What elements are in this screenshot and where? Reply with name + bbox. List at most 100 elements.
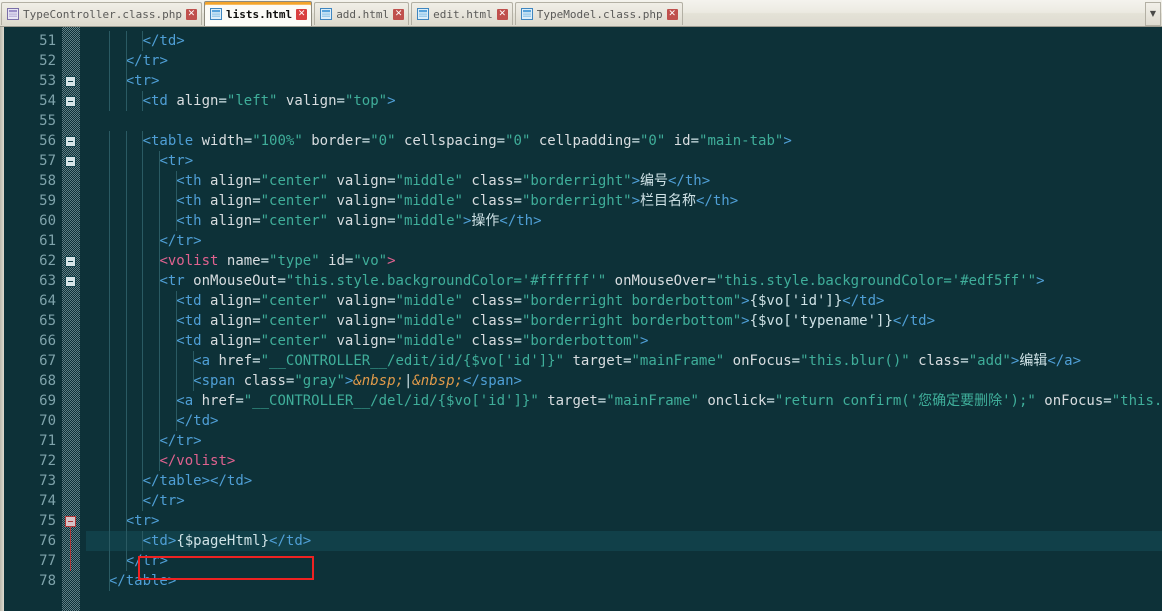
line-number: 70 bbox=[39, 413, 56, 429]
line-number: 64 bbox=[39, 293, 56, 309]
indent-guide bbox=[142, 251, 144, 271]
tab-typemodel-class-php[interactable]: TypeModel.class.php ✕ bbox=[514, 2, 683, 25]
indent-guide bbox=[108, 91, 110, 111]
code-line-text: <a href="__CONTROLLER__/del/id/{$vo['id'… bbox=[176, 393, 1162, 409]
indent-guide bbox=[142, 311, 144, 331]
indent-guide bbox=[159, 351, 161, 371]
code-line[interactable]: <th align="center" valign="middle" class… bbox=[86, 191, 1162, 211]
code-line[interactable]: <tr> bbox=[86, 511, 1162, 531]
indent-guide bbox=[176, 331, 177, 351]
code-line-text: </tr> bbox=[125, 553, 168, 569]
code-line[interactable]: <th align="center" valign="middle" class… bbox=[86, 171, 1162, 191]
tab-close-icon[interactable]: ✕ bbox=[185, 8, 197, 20]
code-content-area[interactable]: </td> </tr> <tr> <td align="left" valign… bbox=[86, 27, 1162, 611]
fold-row bbox=[62, 511, 80, 531]
html-file-icon bbox=[417, 8, 430, 20]
indent-guide bbox=[142, 451, 144, 471]
code-line-text: <td align="center" valign="middle" class… bbox=[176, 313, 936, 329]
indent-guide bbox=[108, 571, 110, 591]
fold-row bbox=[62, 131, 80, 151]
indent-guide bbox=[108, 71, 110, 91]
indent-guide bbox=[159, 451, 161, 471]
tab-close-icon[interactable]: ✕ bbox=[666, 8, 678, 20]
fold-collapse-icon[interactable] bbox=[65, 156, 76, 167]
code-editor[interactable]: 51 52 53 54 55 56 57 58 59 60 61 62 63 64 65 66 67 68 69 70… bbox=[0, 27, 1162, 611]
fold-row bbox=[62, 31, 80, 51]
indent-guide bbox=[176, 311, 177, 331]
indent-guide bbox=[108, 311, 110, 331]
line-number: 59 bbox=[39, 193, 56, 209]
tab-edit-html[interactable]: edit.html ✕ bbox=[411, 2, 513, 25]
indent-guide bbox=[176, 411, 177, 431]
tab-add-html[interactable]: add.html ✕ bbox=[314, 2, 410, 25]
indent-guide bbox=[108, 271, 110, 291]
indent-guide bbox=[125, 171, 127, 191]
indent-guide bbox=[142, 151, 144, 171]
code-line[interactable]: </table></td> bbox=[86, 471, 1162, 491]
fold-collapse-icon[interactable] bbox=[65, 76, 76, 87]
fold-collapse-icon[interactable] bbox=[65, 516, 76, 527]
code-line-text: <table width="100%" border="0" cellspaci… bbox=[142, 133, 792, 149]
code-line[interactable]: </tr> bbox=[86, 51, 1162, 71]
code-line[interactable]: </tr> bbox=[86, 551, 1162, 571]
code-line[interactable]: <th align="center" valign="middle">操作</t… bbox=[86, 211, 1162, 231]
indent-guide bbox=[108, 391, 110, 411]
code-line[interactable]: <a href="__CONTROLLER__/edit/id/{$vo['id… bbox=[86, 351, 1162, 371]
tab-overflow-chevron-down-icon[interactable]: ▼ bbox=[1145, 2, 1161, 26]
fold-collapse-icon[interactable] bbox=[65, 256, 76, 267]
tab-close-icon[interactable]: ✕ bbox=[296, 8, 308, 20]
indent-guide bbox=[192, 371, 194, 391]
code-line[interactable]: <td align="center" valign="middle" class… bbox=[86, 331, 1162, 351]
code-line[interactable]: <table width="100%" border="0" cellspaci… bbox=[86, 131, 1162, 151]
indent-guide bbox=[125, 471, 127, 491]
code-line[interactable]: </td> bbox=[86, 31, 1162, 51]
code-line-text: </tr> bbox=[125, 53, 168, 69]
tab-typecontroller-class-php[interactable]: TypeController.class.php ✕ bbox=[1, 2, 202, 25]
code-line[interactable]: <td>{$pageHtml}</td> bbox=[86, 531, 1162, 551]
code-line[interactable]: <tr> bbox=[86, 151, 1162, 171]
code-line[interactable]: <td align="left" valign="top"> bbox=[86, 91, 1162, 111]
code-line-text: <td align="center" valign="middle" class… bbox=[176, 293, 885, 309]
indent-guide bbox=[159, 291, 161, 311]
code-line[interactable]: </td> bbox=[86, 411, 1162, 431]
tab-lists-html[interactable]: lists.html ✕ bbox=[203, 1, 313, 26]
tab-close-icon[interactable]: ✕ bbox=[393, 8, 405, 20]
code-line[interactable]: <span class="gray">&nbsp;|&nbsp;</span> bbox=[86, 371, 1162, 391]
code-line[interactable]: <a href="__CONTROLLER__/del/id/{$vo['id'… bbox=[86, 391, 1162, 411]
fold-collapse-icon[interactable] bbox=[65, 96, 76, 107]
fold-row bbox=[62, 571, 80, 591]
code-line[interactable]: </volist> bbox=[86, 451, 1162, 471]
fold-row bbox=[62, 291, 80, 311]
indent-guide bbox=[125, 251, 127, 271]
line-number: 72 bbox=[39, 453, 56, 469]
indent-guide bbox=[125, 391, 127, 411]
indent-guide bbox=[142, 91, 144, 111]
fold-collapse-icon[interactable] bbox=[65, 276, 76, 287]
code-line[interactable]: </tr> bbox=[86, 491, 1162, 511]
indent-guide bbox=[108, 551, 110, 571]
code-line[interactable] bbox=[86, 111, 1162, 131]
fold-row bbox=[62, 91, 80, 111]
fold-row bbox=[62, 151, 80, 171]
code-line[interactable]: </tr> bbox=[86, 431, 1162, 451]
tab-close-icon[interactable]: ✕ bbox=[496, 8, 508, 20]
code-line[interactable]: <volist name="type" id="vo"> bbox=[86, 251, 1162, 271]
indent-guide bbox=[108, 511, 110, 531]
code-line[interactable]: <tr onMouseOut="this.style.backgroundCol… bbox=[86, 271, 1162, 291]
code-line[interactable]: </tr> bbox=[86, 231, 1162, 251]
fold-row bbox=[62, 431, 80, 451]
code-line[interactable]: <td align="center" valign="middle" class… bbox=[86, 291, 1162, 311]
indent-guide bbox=[108, 151, 110, 171]
line-number: 57 bbox=[39, 153, 56, 169]
indent-guide bbox=[142, 371, 144, 391]
indent-guide bbox=[125, 411, 127, 431]
code-folding-column[interactable] bbox=[62, 27, 80, 611]
indent-guide bbox=[159, 411, 161, 431]
fold-collapse-icon[interactable] bbox=[65, 136, 76, 147]
indent-guide bbox=[108, 51, 110, 71]
indent-guide bbox=[159, 431, 161, 451]
code-line[interactable]: </table> bbox=[86, 571, 1162, 591]
code-line[interactable]: <tr> bbox=[86, 71, 1162, 91]
indent-guide bbox=[108, 411, 110, 431]
code-line[interactable]: <td align="center" valign="middle" class… bbox=[86, 311, 1162, 331]
